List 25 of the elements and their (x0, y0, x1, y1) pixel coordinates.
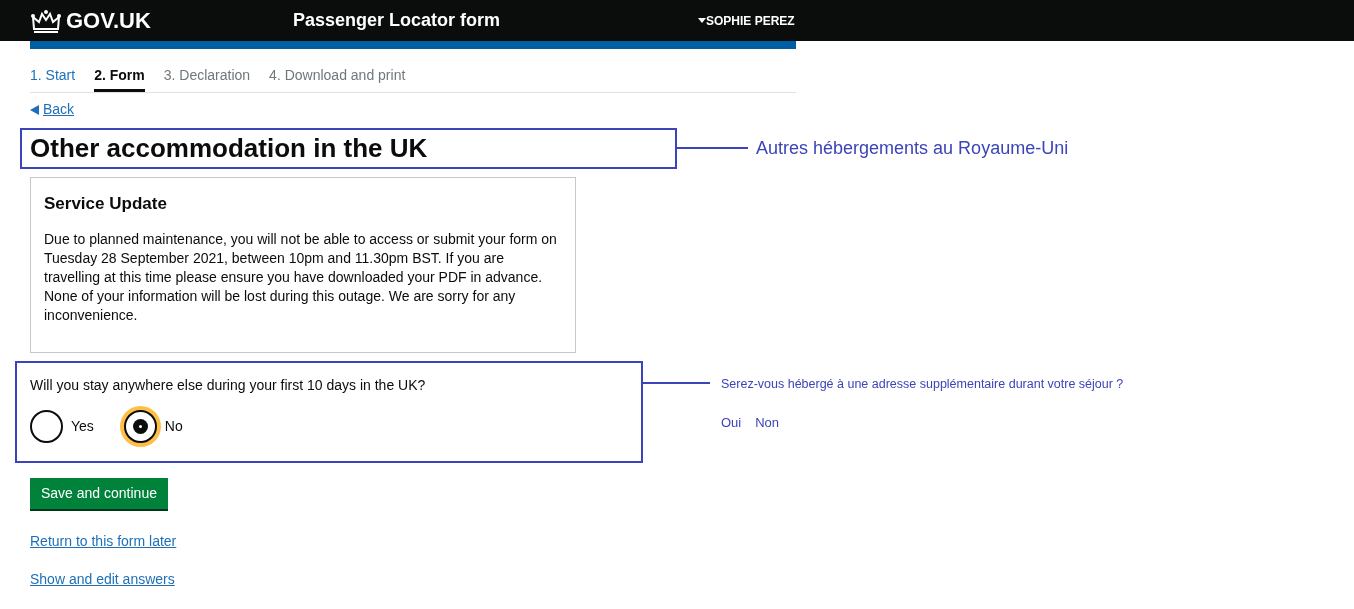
question-translation: Serez-vous hébergé à une adresse supplémentaire durant votre séjour ? (721, 375, 1124, 393)
service-title[interactable]: Passenger Locator form (293, 7, 698, 34)
step-tab[interactable]: 2. Form (94, 65, 145, 92)
radio-option[interactable]: No (123, 409, 183, 443)
step-tab[interactable]: 1. Start (30, 65, 76, 92)
notice-text: Due to planned maintenance, you will not be able to access or submit your form on Tuesday 28 September 2021, between 10pm and 11.30pm BST. If you are travelling at this time please ensure you have downloaded your PDF in advance. None of your information will be lost during this outage. We are sorry for any inconvenience. (44, 230, 558, 325)
gov-logo[interactable]: GOV.UK (66, 4, 151, 37)
step-tab[interactable]: 4. Download and print (269, 65, 406, 92)
notice-title: Service Update (44, 192, 168, 215)
save-and-continue-button[interactable]: Save and continue (30, 477, 168, 509)
page-heading: Other accommodation in the UK (30, 131, 428, 165)
heading-translation: Autres hébergements au Royaume-Uni (756, 136, 1069, 160)
text-link[interactable]: Show and edit answers (30, 568, 175, 590)
back-arrow-icon (30, 104, 39, 115)
radio-button[interactable] (30, 409, 63, 443)
back-link[interactable]: Back (30, 99, 75, 120)
option-translation: Oui (721, 414, 742, 433)
question-label: Will you stay anywhere else during your first 10 days in the UK? (30, 375, 427, 395)
crown-icon (30, 8, 62, 33)
step-tab[interactable]: 3. Declaration (163, 65, 251, 92)
user-menu[interactable]: SOPHIE PEREZ (698, 11, 795, 30)
radio-option[interactable]: Yes (30, 409, 94, 443)
option-translation: Non (755, 414, 780, 433)
caret-icon (698, 18, 706, 23)
text-link[interactable]: Return to this form later (30, 530, 177, 552)
